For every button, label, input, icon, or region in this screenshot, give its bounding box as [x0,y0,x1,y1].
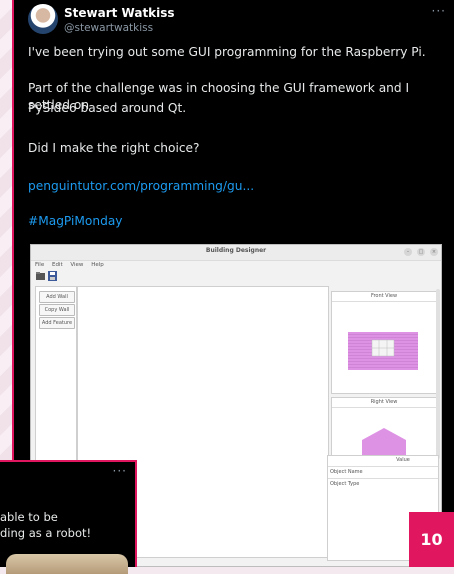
app-menubar: File Edit View Help [35,262,110,268]
more-options-icon[interactable]: ··· [432,4,446,18]
front-view-panel: Front View [331,291,437,394]
tweet2-line-1: able to be [0,510,58,524]
copy-wall-button[interactable]: Copy Wall [39,304,75,316]
save-icon[interactable] [48,271,57,281]
menu-edit[interactable]: Edit [52,262,63,268]
front-view-label: Front View [332,293,436,302]
app-titlebar: Building Designer – □ × [31,245,441,261]
menu-file[interactable]: File [35,262,44,268]
author-name[interactable]: Stewart Watkiss [64,6,175,20]
author-handle[interactable]: @stewartwatkiss [64,22,153,34]
tweet2-line-2: ding as a robot! [0,526,92,540]
open-folder-icon[interactable] [36,271,45,281]
second-tweet-card: ··· able to be ding as a robot! [0,460,137,574]
tweet2-image[interactable] [6,554,128,574]
menu-view[interactable]: View [70,262,83,268]
tweet-paragraph-2-line-2: PySide6 based around Qt. [28,101,187,115]
front-view-wall-drawing [348,332,418,370]
minimize-icon[interactable]: – [404,248,412,256]
avatar[interactable] [28,4,58,34]
tweet-paragraph-1: I've been trying out some GUI programmin… [28,45,426,59]
add-wall-button[interactable]: Add Wall [39,291,75,303]
tweet-link[interactable]: penguintutor.com/programming/gu... [28,178,448,195]
property-label: Object Name [330,469,363,475]
app-title: Building Designer [205,247,267,254]
right-view-gable-drawing [362,428,406,458]
right-view-label: Right View [332,399,436,408]
maximize-icon[interactable]: □ [417,248,425,256]
property-row[interactable]: Object Type [328,478,438,490]
property-label: Object Type [330,481,360,487]
property-row[interactable]: Object Name [328,466,438,478]
views-scrollbar[interactable] [436,289,440,459]
value-column-header: Value [396,457,410,463]
page-number-badge: 10 [409,512,454,567]
tweet-paragraph-3: Did I make the right choice? [28,141,200,155]
hashtag-link[interactable]: #MagPiMonday [28,213,448,230]
menu-help[interactable]: Help [91,262,104,268]
more-options-icon[interactable]: ··· [113,464,127,478]
close-icon[interactable]: × [430,248,438,256]
right-view-panel: Right View [331,397,437,459]
add-feature-button[interactable]: Add Feature [39,317,75,329]
